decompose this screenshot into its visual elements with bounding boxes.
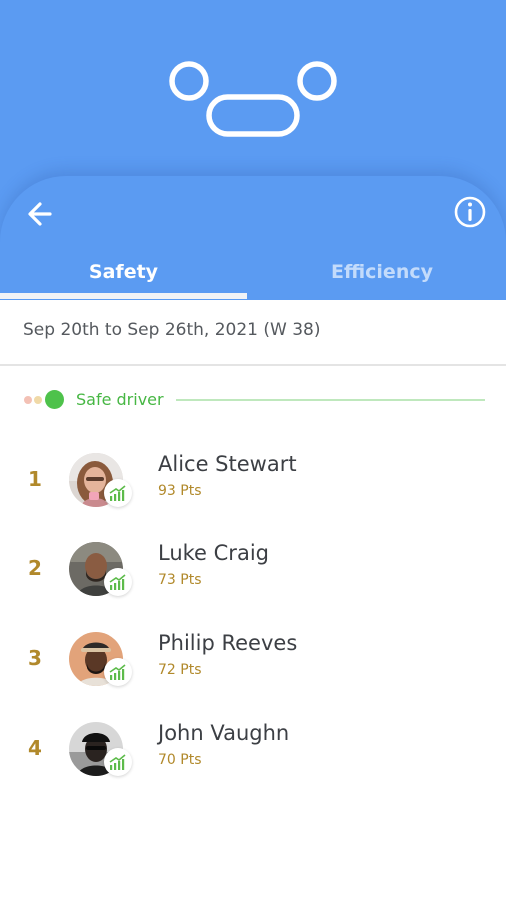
smiley-face-icon bbox=[169, 61, 337, 137]
rank-number: 2 bbox=[28, 556, 42, 580]
active-tab-indicator bbox=[0, 293, 247, 299]
leaderboard-item[interactable]: 1 Alice Stewart 93 Pts bbox=[0, 449, 506, 511]
driver-points: 93 Pts bbox=[158, 483, 202, 499]
trending-up-bars-icon bbox=[104, 479, 132, 507]
info-circle-icon[interactable] bbox=[451, 193, 489, 231]
leaderboard-item[interactable]: 3 Philip Reeves 72 Pts bbox=[0, 628, 506, 690]
rank-number: 3 bbox=[28, 646, 42, 670]
driver-name: Luke Craig bbox=[158, 541, 269, 565]
level-label: Safe driver bbox=[76, 390, 164, 409]
level-dot-1 bbox=[24, 396, 32, 404]
driver-name: Alice Stewart bbox=[158, 452, 297, 476]
period-selector[interactable]: Sep 20th to Sep 26th, 2021 (W 38) bbox=[0, 300, 506, 366]
driver-points: 73 Pts bbox=[158, 572, 202, 588]
driver-name: Philip Reeves bbox=[158, 631, 298, 655]
leaderboard-item[interactable]: 4 John Vaughn 70 Pts bbox=[0, 718, 506, 780]
leaderboard-item[interactable]: 2 Luke Craig 73 Pts bbox=[0, 538, 506, 600]
period-label: Sep 20th to Sep 26th, 2021 (W 38) bbox=[23, 320, 321, 340]
trending-up-bars-icon bbox=[104, 748, 132, 776]
level-header: Safe driver bbox=[0, 388, 506, 412]
rank-number: 4 bbox=[28, 736, 42, 760]
trending-up-bars-icon bbox=[104, 658, 132, 686]
level-dot-current bbox=[45, 390, 64, 409]
driver-points: 70 Pts bbox=[158, 752, 202, 768]
level-divider bbox=[176, 399, 485, 401]
tab-safety[interactable]: Safety bbox=[0, 255, 247, 289]
trending-up-bars-icon bbox=[104, 568, 132, 596]
driver-points: 72 Pts bbox=[158, 662, 202, 678]
tab-efficiency[interactable]: Efficiency bbox=[258, 255, 506, 289]
level-dot-2 bbox=[34, 396, 42, 404]
driver-name: John Vaughn bbox=[158, 721, 290, 745]
rank-number: 1 bbox=[28, 467, 42, 491]
arrow-left-icon[interactable] bbox=[22, 196, 58, 232]
